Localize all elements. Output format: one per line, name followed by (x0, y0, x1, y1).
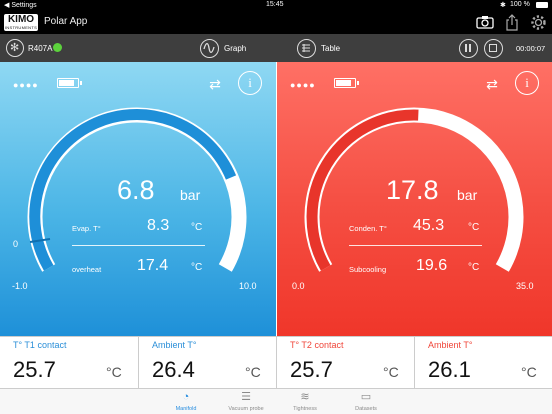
reading-ambient-left[interactable]: Ambient T° 26.4 °C (139, 336, 277, 388)
reading-label: Ambient T° (428, 340, 473, 350)
reading-unit: °C (383, 364, 399, 380)
reading-t1-contact[interactable]: T° T1 contact 25.7 °C (0, 336, 138, 388)
high-pressure-panel: ●●●● ⇄ i 0.0 35.0 17.8 bar Conden. T° 45… (276, 62, 552, 336)
reading-value: 26.1 (428, 357, 471, 382)
reading-value: 26.4 (152, 357, 195, 382)
reading-unit: °C (245, 364, 261, 380)
overheat-unit: °C (191, 262, 203, 273)
camera-icon[interactable] (476, 15, 494, 29)
tab-tightness[interactable]: ≋ Tightness (275, 389, 335, 414)
battery-icon (536, 2, 548, 8)
tab-manifold[interactable]: ◔ Manifold (156, 389, 216, 414)
tab-datasets[interactable]: ▭ Datasets (336, 389, 396, 414)
status-bar: ◀ Settings 15:45 ✱ 100 % (0, 0, 552, 11)
overheat-label: overheat (72, 265, 102, 274)
subcooling-unit: °C (468, 262, 480, 273)
gear-icon[interactable] (530, 14, 547, 31)
kimo-logo: KIMO INSTRUMENTS (4, 14, 38, 31)
table-icon[interactable] (297, 39, 316, 58)
share-icon[interactable] (505, 14, 519, 31)
pressure-value: 6.8 (117, 175, 155, 205)
gauge-max-label: 35.0 (516, 281, 534, 291)
conden-temp-unit: °C (468, 222, 480, 233)
reading-label: Ambient T° (152, 340, 197, 350)
connection-status-dot (53, 43, 62, 52)
tab-vacuum-probe[interactable]: ☰ Vacuum probe (216, 389, 276, 414)
graph-label[interactable]: Graph (224, 44, 246, 53)
conden-temp-value: 45.3 (413, 217, 445, 234)
reading-unit: °C (106, 364, 122, 380)
reading-ambient-right[interactable]: Ambient T° 26.1 °C (415, 336, 552, 388)
table-label[interactable]: Table (321, 44, 340, 53)
overheat-value: 17.4 (137, 257, 169, 274)
evap-temp-unit: °C (191, 222, 203, 233)
row-divider (349, 245, 482, 246)
back-to-settings[interactable]: ◀ Settings (4, 1, 37, 9)
pressure-unit: bar (180, 187, 201, 203)
reading-label: T° T1 contact (13, 340, 67, 350)
gauge-icon: ◔ (182, 391, 190, 403)
status-time: 15:45 (266, 1, 284, 8)
gauge-zero-label: 0 (13, 239, 19, 249)
app-header: KIMO INSTRUMENTS Polar App (0, 11, 552, 34)
gauge-min-label: 0.0 (292, 281, 305, 291)
app-title: Polar App (44, 16, 88, 27)
evap-temp-label: Evap. T° (72, 224, 101, 233)
reading-value: 25.7 (290, 357, 333, 382)
gauge-min-label: -1.0 (12, 281, 28, 291)
recording-timer: 00:00:07 (516, 44, 546, 53)
app-root: { "status_bar": {"back_label": "◀ Settin… (0, 0, 552, 414)
pressure-value: 17.8 (386, 175, 439, 205)
tab-bar: ◔ Manifold ☰ Vacuum probe ≋ Tightness ▭ … (0, 388, 552, 414)
bluetooth-icon: ✱ (500, 2, 506, 9)
reading-t2-contact[interactable]: T° T2 contact 25.7 °C (277, 336, 415, 388)
status-battery: 100 % (510, 1, 530, 8)
reading-unit: °C (521, 364, 537, 380)
subcooling-label: Subcooling (349, 265, 387, 274)
refrigerant-label[interactable]: R407A (28, 44, 52, 53)
folder-icon: ▭ (360, 391, 372, 403)
wind-icon: ≋ (300, 391, 310, 403)
reading-label: T° T2 contact (290, 340, 344, 350)
low-pressure-panel: ●●●● ⇄ i 0 -1.0 10.0 6.8 bar Evap. T° 8.… (0, 62, 276, 336)
stop-icon[interactable] (484, 39, 503, 58)
gauge-max-label: 10.0 (239, 281, 257, 291)
reading-value: 25.7 (13, 357, 56, 382)
probe-icon: ☰ (241, 391, 251, 403)
toolbar: ✻ R407A Graph Table 00:00:07 (0, 34, 552, 62)
subcooling-value: 19.6 (416, 257, 448, 274)
graph-icon[interactable] (200, 39, 219, 58)
snowflake-icon[interactable]: ✻ (6, 39, 24, 57)
pressure-unit: bar (457, 187, 478, 203)
evap-temp-value: 8.3 (147, 217, 170, 234)
row-divider (72, 245, 205, 246)
pause-icon[interactable] (459, 39, 478, 58)
conden-temp-label: Conden. T° (349, 224, 387, 233)
